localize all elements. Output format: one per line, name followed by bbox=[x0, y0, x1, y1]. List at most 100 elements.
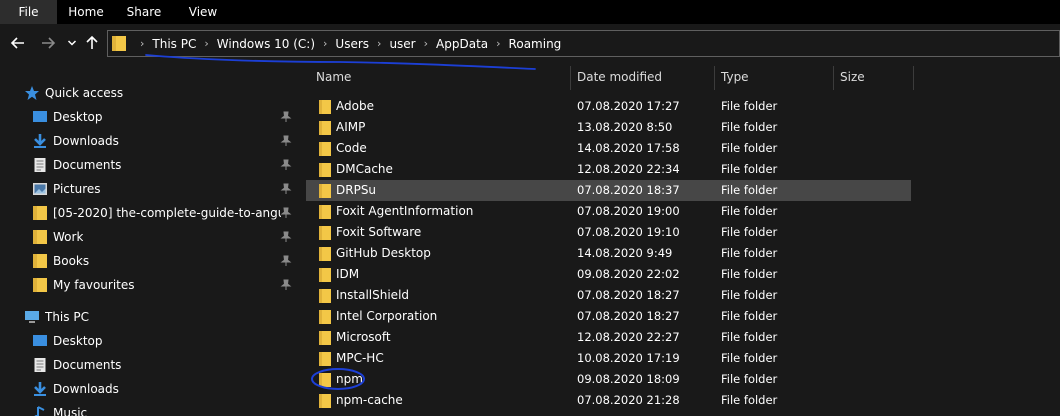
this-pc-item-label: Desktop bbox=[53, 334, 103, 348]
pin-icon[interactable] bbox=[280, 135, 292, 147]
this-pc-item-label: Documents bbox=[53, 358, 122, 372]
pin-icon[interactable] bbox=[280, 231, 292, 243]
quick-access-item-downloads[interactable]: Downloads bbox=[0, 129, 298, 153]
pin-icon[interactable] bbox=[280, 279, 292, 291]
breadcrumb-this-pc[interactable]: This PC bbox=[152, 37, 196, 51]
quick-access-label: Work bbox=[53, 230, 84, 244]
this-pc-header[interactable]: This PC bbox=[0, 305, 298, 329]
pin-icon[interactable] bbox=[280, 183, 292, 195]
breadcrumb-appdata[interactable]: AppData bbox=[436, 37, 488, 51]
folder-icon bbox=[319, 331, 331, 345]
this-pc-item-desktop[interactable]: Desktop bbox=[0, 329, 298, 353]
file-row[interactable]: DMCache 12.08.2020 22:34 File folder bbox=[306, 159, 911, 180]
file-row[interactable]: npm 09.08.2020 18:09 File folder bbox=[306, 369, 911, 390]
quick-access-header[interactable]: Quick access bbox=[0, 81, 298, 105]
file-list: Name Date modified Type Size Adobe 07.08.… bbox=[306, 64, 1060, 416]
file-row[interactable]: IDM 09.08.2020 22:02 File folder bbox=[306, 264, 911, 285]
quick-access-label: Desktop bbox=[53, 110, 103, 124]
quick-access-item-documents[interactable]: Documents bbox=[0, 153, 298, 177]
pin-icon[interactable] bbox=[280, 159, 292, 171]
this-pc-item-music[interactable]: Music bbox=[0, 401, 298, 416]
pin-icon[interactable] bbox=[280, 207, 292, 219]
file-type: File folder bbox=[721, 246, 778, 260]
file-row[interactable]: npm-cache 07.08.2020 21:28 File folder bbox=[306, 390, 911, 411]
column-header-type[interactable]: Type bbox=[721, 64, 749, 91]
quick-access-item-desktop[interactable]: Desktop bbox=[0, 105, 298, 129]
file-row[interactable]: GitHub Desktop 14.08.2020 9:49 File folder bbox=[306, 243, 911, 264]
quick-access-item-angular-folder[interactable]: [05-2020] the-complete-guide-to-angular-… bbox=[0, 201, 298, 225]
file-row[interactable]: MPC-HC 10.08.2020 17:19 File folder bbox=[306, 348, 911, 369]
column-header-date-modified[interactable]: Date modified bbox=[577, 64, 662, 91]
this-pc-item-label: Music bbox=[53, 406, 88, 416]
file-row[interactable]: InstallShield 07.08.2020 18:27 File folder bbox=[306, 285, 911, 306]
file-row[interactable]: AIMP 13.08.2020 8:50 File folder bbox=[306, 117, 911, 138]
pane-divider[interactable] bbox=[298, 64, 306, 416]
folder-icon bbox=[319, 373, 331, 387]
column-header-size[interactable]: Size bbox=[840, 64, 865, 91]
file-row[interactable]: Adobe 07.08.2020 17:27 File folder bbox=[306, 96, 911, 117]
quick-access-label: Documents bbox=[53, 158, 122, 172]
file-name: Adobe bbox=[336, 99, 374, 113]
breadcrumb-users[interactable]: Users bbox=[335, 37, 369, 51]
column-separator[interactable] bbox=[833, 66, 834, 90]
up-button[interactable] bbox=[82, 33, 102, 53]
forward-button[interactable] bbox=[38, 33, 58, 53]
navigation-pane: Quick access Desktop Downloads Documents bbox=[0, 64, 298, 416]
tab-view[interactable]: View bbox=[173, 0, 233, 24]
file-date-modified: 07.08.2020 19:00 bbox=[577, 204, 680, 218]
file-name: Microsoft bbox=[336, 330, 391, 344]
breadcrumb-roaming[interactable]: Roaming bbox=[509, 37, 562, 51]
column-separator[interactable] bbox=[570, 66, 571, 90]
this-pc-item-documents[interactable]: Documents bbox=[0, 353, 298, 377]
quick-access-item-pictures[interactable]: Pictures bbox=[0, 177, 298, 201]
breadcrumb-drive[interactable]: Windows 10 (C:) bbox=[217, 37, 315, 51]
file-type: File folder bbox=[721, 141, 778, 155]
file-name: GitHub Desktop bbox=[336, 246, 431, 260]
file-row[interactable]: Code 14.08.2020 17:58 File folder bbox=[306, 138, 911, 159]
star-icon bbox=[25, 86, 39, 100]
file-row[interactable]: Microsoft 12.08.2020 22:27 File folder bbox=[306, 327, 911, 348]
address-bar[interactable]: › This PC › Windows 10 (C:) › Users › us… bbox=[107, 30, 1060, 57]
this-pc-item-downloads[interactable]: Downloads bbox=[0, 377, 298, 401]
file-date-modified: 07.08.2020 18:27 bbox=[577, 288, 680, 302]
up-arrow-icon bbox=[86, 35, 98, 49]
folder-icon bbox=[33, 230, 47, 244]
breadcrumb-separator: › bbox=[140, 37, 145, 50]
file-row[interactable]: Intel Corporation 07.08.2020 18:27 File fo… bbox=[306, 306, 911, 327]
column-separator[interactable] bbox=[714, 66, 715, 90]
quick-access-item-my-favourites[interactable]: My favourites bbox=[0, 273, 298, 297]
file-row[interactable]: Foxit AgentInformation 07.08.2020 19:00 Fi… bbox=[306, 201, 911, 222]
folder-icon bbox=[112, 36, 126, 51]
file-date-modified: 07.08.2020 18:37 bbox=[577, 183, 680, 197]
tab-file[interactable]: File bbox=[0, 0, 57, 24]
column-separator[interactable] bbox=[913, 66, 914, 90]
recent-locations-button[interactable] bbox=[62, 33, 82, 53]
this-pc-item-label: Downloads bbox=[53, 382, 119, 396]
file-row[interactable]: DRPSu 07.08.2020 18:37 File folder bbox=[306, 180, 911, 201]
tab-home[interactable]: Home bbox=[57, 0, 115, 24]
file-row[interactable]: Foxit Software 07.08.2020 19:10 File folde… bbox=[306, 222, 911, 243]
download-icon bbox=[34, 382, 46, 396]
file-date-modified: 13.08.2020 8:50 bbox=[577, 120, 673, 134]
breadcrumb-user[interactable]: user bbox=[389, 37, 415, 51]
this-pc-label: This PC bbox=[45, 310, 89, 324]
tab-share[interactable]: Share bbox=[115, 0, 173, 24]
file-date-modified: 14.08.2020 17:58 bbox=[577, 141, 680, 155]
folder-icon bbox=[319, 226, 331, 240]
forward-arrow-icon bbox=[42, 37, 56, 49]
music-icon bbox=[34, 406, 45, 416]
file-type: File folder bbox=[721, 267, 778, 281]
file-type: File folder bbox=[721, 309, 778, 323]
quick-access-item-work[interactable]: Work bbox=[0, 225, 298, 249]
back-button[interactable] bbox=[8, 33, 28, 53]
quick-access-item-books[interactable]: Books bbox=[0, 249, 298, 273]
back-arrow-icon bbox=[10, 37, 24, 49]
file-name: Intel Corporation bbox=[336, 309, 438, 323]
folder-icon bbox=[319, 394, 331, 408]
file-name: IDM bbox=[336, 267, 360, 281]
file-type: File folder bbox=[721, 99, 778, 113]
desktop-icon bbox=[33, 335, 47, 346]
pin-icon[interactable] bbox=[280, 111, 292, 123]
pin-icon[interactable] bbox=[280, 255, 292, 267]
column-header-name[interactable]: Name bbox=[316, 64, 351, 91]
